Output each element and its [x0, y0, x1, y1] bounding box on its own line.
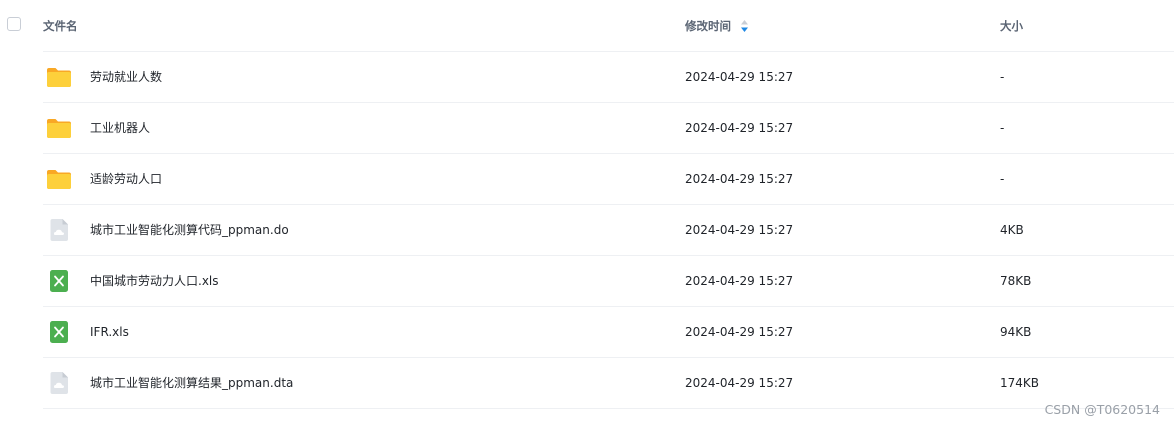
file-size: 4KB [1000, 223, 1024, 237]
file-row[interactable]: 城市工业智能化测算代码_ppman.do 2024-04-29 15:27 4KB [0, 205, 1174, 255]
file-modified-time: 2024-04-29 15:27 [685, 274, 794, 288]
file-modified-time: 2024-04-29 15:27 [685, 172, 794, 186]
excel-file-icon [46, 269, 72, 293]
file-modified-time: 2024-04-29 15:27 [685, 70, 794, 84]
file-row[interactable]: 工业机器人 2024-04-29 15:27 - [0, 103, 1174, 153]
generic-file-icon [46, 218, 72, 242]
file-row[interactable]: 城市工业智能化测算结果_ppman.dta 2024-04-29 15:27 174… [0, 358, 1174, 408]
file-row[interactable]: IFR.xls 2024-04-29 15:27 94KB [0, 307, 1174, 357]
column-header-size[interactable]: 大小 [1000, 18, 1023, 34]
watermark: CSDN @T0620514 [1044, 402, 1160, 417]
file-modified-time: 2024-04-29 15:27 [685, 121, 794, 135]
file-name-link[interactable]: 城市工业智能化测算结果_ppman.dta [90, 375, 293, 391]
file-modified-time: 2024-04-29 15:27 [685, 325, 794, 339]
file-name-link[interactable]: 劳动就业人数 [90, 69, 162, 85]
column-header-modified-time[interactable]: 修改时间 [685, 18, 731, 34]
row-divider [43, 408, 1174, 409]
file-name-link[interactable]: 工业机器人 [90, 120, 150, 136]
file-size: 78KB [1000, 274, 1032, 288]
file-list-header: 文件名 修改时间 大小 [0, 0, 1174, 51]
file-name-link[interactable]: 城市工业智能化测算代码_ppman.do [90, 222, 289, 238]
file-row[interactable]: 中国城市劳动力人口.xls 2024-04-29 15:27 78KB [0, 256, 1174, 306]
file-size: - [1000, 172, 1005, 186]
file-name-link[interactable]: IFR.xls [90, 324, 129, 340]
file-list-page: 文件名 修改时间 大小 劳动就业人数 2024-04-29 15:27- 工业机器人… [0, 0, 1174, 424]
sort-icon[interactable] [740, 19, 749, 33]
file-size: 94KB [1000, 325, 1032, 339]
file-name-link[interactable]: 中国城市劳动力人口.xls [90, 273, 219, 289]
file-modified-time: 2024-04-29 15:27 [685, 376, 794, 390]
file-row[interactable]: 劳动就业人数 2024-04-29 15:27 - [0, 52, 1174, 102]
file-row[interactable]: 适龄劳动人口 2024-04-29 15:27 - [0, 154, 1174, 204]
file-name-link[interactable]: 适龄劳动人口 [90, 171, 162, 187]
excel-file-icon [46, 320, 72, 344]
file-modified-time: 2024-04-29 15:27 [685, 223, 794, 237]
folder-icon [46, 116, 72, 140]
column-header-name[interactable]: 文件名 [43, 18, 78, 34]
folder-icon [46, 65, 72, 89]
folder-icon [46, 167, 72, 191]
generic-file-icon [46, 371, 72, 395]
file-size: - [1000, 121, 1005, 135]
file-size: - [1000, 70, 1005, 84]
file-size: 174KB [1000, 376, 1040, 390]
select-all-checkbox[interactable] [7, 17, 21, 31]
